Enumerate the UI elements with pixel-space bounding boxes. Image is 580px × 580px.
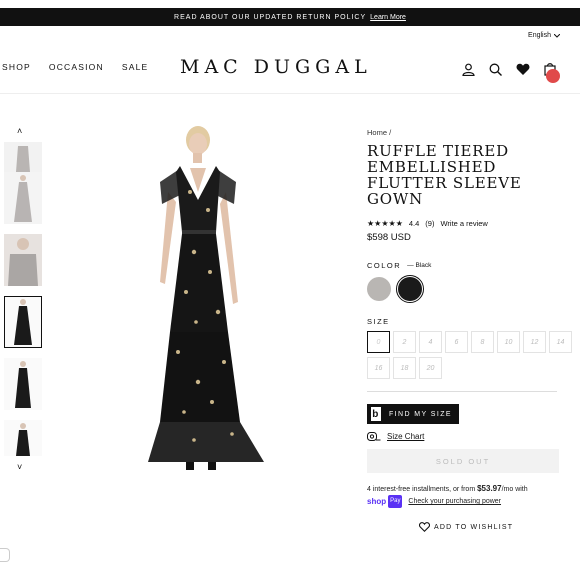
installments-text: 4 interest-free installments, or from $5…	[367, 483, 562, 508]
size-option[interactable]: 0	[367, 331, 390, 353]
thumbnail-4-selected[interactable]	[4, 296, 42, 348]
size-option[interactable]: 18	[393, 357, 416, 379]
shop-pay-badge: Pay	[388, 495, 403, 508]
search-icon[interactable]	[489, 63, 502, 76]
product-info: Home / RUFFLE TIERED EMBELLISHED FLUTTER…	[367, 128, 572, 532]
size-label: SIZE	[367, 317, 390, 326]
find-my-size-button[interactable]: b FIND MY SIZE	[367, 404, 459, 424]
color-value: — Black	[407, 262, 432, 269]
installments-amount: $53.97	[477, 484, 502, 493]
thumbnail-5[interactable]	[4, 358, 42, 410]
size-option[interactable]: 12	[523, 331, 546, 353]
product-price: $598 USD	[367, 232, 411, 243]
chevron-down-icon[interactable]: ˅	[17, 462, 22, 472]
cart-button[interactable]	[544, 62, 560, 83]
add-to-wishlist-button[interactable]: ADD TO WISHLIST	[367, 522, 562, 532]
size-option[interactable]: 16	[367, 357, 390, 379]
size-chart-link[interactable]: Size Chart	[367, 432, 562, 441]
size-selector: 0 2 4 6 8 10 12 14 16 18 20	[367, 331, 580, 379]
size-option[interactable]: 20	[419, 357, 442, 379]
size-option[interactable]: 14	[549, 331, 572, 353]
thumbnail-6[interactable]	[4, 420, 42, 456]
size-option[interactable]: 10	[497, 331, 520, 353]
breadcrumb[interactable]: Home /	[367, 128, 562, 137]
swatch-silver[interactable]	[367, 277, 391, 301]
color-swatches	[367, 275, 562, 303]
cart-badge	[546, 69, 560, 83]
color-label-row: COLOR — Black	[367, 261, 562, 270]
size-option[interactable]: 6	[445, 331, 468, 353]
learn-more-link[interactable]: Learn More	[370, 14, 406, 21]
product-title: RUFFLE TIERED EMBELLISHED FLUTTER SLEEVE…	[367, 142, 522, 208]
thumbnail-1[interactable]	[4, 142, 42, 176]
size-option[interactable]: 2	[393, 331, 416, 353]
rating-count: (9)	[425, 219, 435, 228]
thumbnail-3[interactable]	[4, 234, 42, 286]
heart-outline-icon	[419, 522, 430, 532]
product-main-image[interactable]	[138, 122, 278, 482]
chevron-up-icon[interactable]: ˄	[17, 126, 22, 136]
sold-out-button[interactable]: SOLD OUT	[367, 449, 559, 473]
user-icon[interactable]	[462, 63, 475, 76]
installments-pre: 4 interest-free installments, or from	[367, 486, 476, 493]
swatch-black[interactable]	[396, 275, 424, 303]
nav-item-occasion[interactable]: OCCASION	[49, 62, 104, 72]
brand-logo[interactable]: MAC DUGGAL	[180, 56, 380, 78]
rating-value: 4.4	[408, 219, 420, 228]
heart-icon[interactable]	[516, 63, 530, 76]
find-my-size-label: FIND MY SIZE	[389, 410, 452, 418]
size-option[interactable]: 8	[471, 331, 494, 353]
tape-measure-icon	[367, 432, 381, 441]
header-divider	[0, 93, 580, 94]
color-label: COLOR	[367, 261, 402, 270]
rating-row: ★★★★★ 4.4 (9) Write a review	[367, 219, 562, 228]
size-chart-label: Size Chart	[387, 432, 425, 441]
announcement-bar: READ ABOUT OUR UPDATED RETURN POLICY Lea…	[0, 8, 580, 26]
accessibility-tab-icon[interactable]	[0, 548, 10, 562]
shop-pay-word: shop	[367, 497, 387, 506]
thumbnail-2[interactable]	[4, 172, 42, 224]
nav-item-sale[interactable]: SALE	[122, 62, 149, 72]
language-label: English	[528, 32, 551, 39]
nav-item-shop[interactable]: SHOP	[2, 62, 31, 72]
find-my-size-logo-icon: b	[371, 407, 381, 421]
language-selector[interactable]: English	[528, 32, 560, 39]
shop-pay-logo: shop Pay	[367, 495, 403, 508]
wishlist-label: ADD TO WISHLIST	[434, 523, 514, 531]
announcement-text: READ ABOUT OUR UPDATED RETURN POLICY	[174, 13, 367, 21]
header-icons	[462, 62, 560, 83]
write-review-link[interactable]: Write a review	[440, 219, 487, 228]
size-option[interactable]: 4	[419, 331, 442, 353]
main-nav: SHOP OCCASION SALE	[2, 62, 148, 72]
check-purchasing-power-link[interactable]: Check your purchasing power	[408, 498, 501, 505]
rating-stars[interactable]: ★★★★★	[367, 219, 403, 228]
chevron-down-icon	[554, 33, 560, 38]
installments-post: /mo with	[501, 486, 528, 493]
section-divider	[367, 391, 557, 392]
